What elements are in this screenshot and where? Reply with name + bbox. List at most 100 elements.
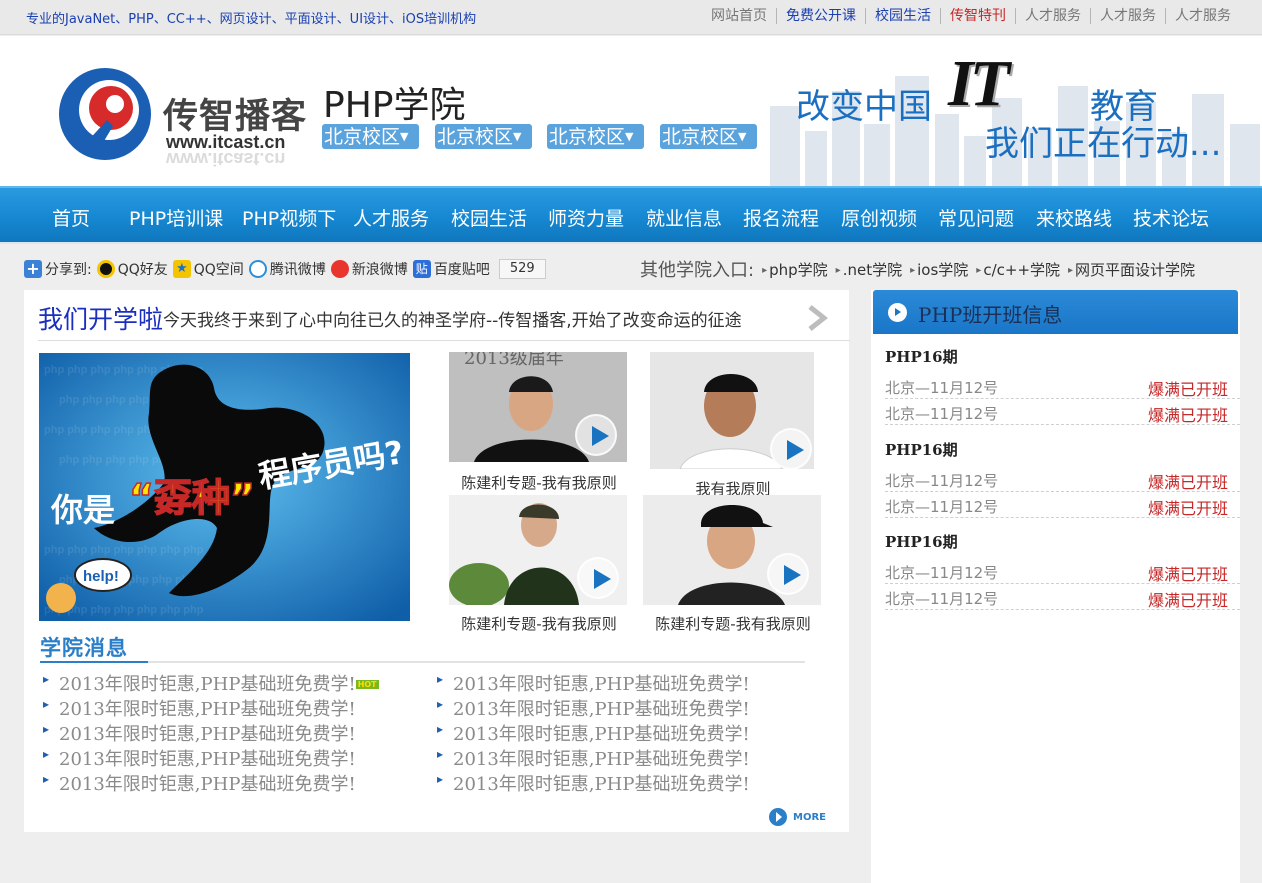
class-term[interactable]: PHP16期	[885, 439, 958, 460]
headline-subtitle[interactable]: 今天我终于来到了心中向往已久的神圣学府--传智播客,开始了改变命运的征途	[163, 311, 742, 331]
class-row-status[interactable]: 爆满已开班	[1148, 402, 1228, 426]
class-schedule-panel: PHP班开班信息 PHP16期 北京—11月12号 爆满已开班 北京—11月12…	[871, 290, 1240, 883]
college-link-php[interactable]: php学院	[762, 259, 828, 280]
share-qq-friend[interactable]: QQ好友	[96, 259, 168, 279]
nav-jobs[interactable]: 就业信息	[646, 204, 722, 231]
share-qzone[interactable]: ★ QQ空间	[172, 259, 244, 279]
nav-route[interactable]: 来校路线	[1036, 204, 1112, 231]
nav-enroll[interactable]: 报名流程	[743, 204, 819, 231]
video-thumbnail-1[interactable]: 2013级届年	[449, 352, 627, 462]
more-label: MORE	[793, 811, 826, 823]
class-row[interactable]: 北京—11月12号 爆满已开班	[885, 466, 1240, 492]
top-link-talent-1[interactable]: 人才服务	[1015, 8, 1090, 24]
logo-url-reflection: www.itcast.cn	[166, 149, 286, 169]
top-link-talent-2[interactable]: 人才服务	[1090, 8, 1165, 24]
video-caption-4[interactable]: 陈建利专题-我有我原则	[643, 613, 823, 634]
news-item[interactable]: 2013年限时钜惠,PHP基础班免费学!	[437, 745, 750, 771]
class-row-status[interactable]: 爆满已开班	[1148, 469, 1228, 493]
news-item[interactable]: 2013年限时钜惠,PHP基础班免费学!	[43, 695, 356, 721]
news-item[interactable]: 2013年限时钜惠,PHP基础班免费学!	[43, 745, 356, 771]
class-row-date: 北京—11月12号	[885, 564, 999, 582]
nav-campus-life[interactable]: 校园生活	[451, 204, 527, 231]
news-item[interactable]: 2013年限时钜惠,PHP基础班免费学!	[437, 695, 750, 721]
campus-label: 北京校区	[549, 126, 626, 148]
banner-image[interactable]: php php php php php php php php php php …	[39, 353, 410, 621]
nav-forum[interactable]: 技术论坛	[1133, 204, 1209, 231]
play-icon[interactable]	[575, 414, 617, 456]
headline[interactable]: 我们开学啦今天我终于来到了心中向往已久的神圣学府--传智播客,开始了改变命运的征…	[38, 300, 742, 336]
headline-divider	[38, 340, 850, 341]
more-button[interactable]: MORE	[769, 808, 826, 826]
top-link-special[interactable]: 传智特刊	[940, 8, 1015, 24]
play-icon[interactable]	[770, 428, 812, 469]
video-thumbnail-3[interactable]	[449, 495, 627, 605]
college-link-cpp[interactable]: c/c++学院	[976, 259, 1060, 280]
class-row[interactable]: 北京—11月12号 爆满已开班	[885, 399, 1240, 425]
campus-dropdown-2[interactable]: 北京校区▼	[435, 124, 532, 149]
class-row[interactable]: 北京—11月12号 爆满已开班	[885, 373, 1240, 399]
baidu-tieba-icon: 贴	[412, 260, 431, 278]
nav-home[interactable]: 首页	[52, 204, 90, 231]
video-background-text: 2013级届年	[464, 352, 564, 369]
class-row[interactable]: 北京—11月12号 爆满已开班	[885, 584, 1240, 610]
play-icon[interactable]	[767, 553, 809, 595]
banner-help: help!	[83, 568, 119, 585]
top-link-free-course[interactable]: 免费公开课	[776, 8, 865, 24]
class-term[interactable]: PHP16期	[885, 531, 958, 552]
news-item[interactable]: 2013年限时钜惠,PHP基础班免费学!HOT	[43, 670, 379, 696]
class-row-status[interactable]: 爆满已开班	[1148, 495, 1228, 519]
campus-dropdown-3[interactable]: 北京校区▼	[547, 124, 644, 149]
class-row-status[interactable]: 爆满已开班	[1148, 587, 1228, 611]
sina-weibo-icon	[330, 260, 349, 278]
class-row-status[interactable]: 爆满已开班	[1148, 376, 1228, 400]
caret-down-icon: ▼	[513, 130, 522, 143]
nav-php-course[interactable]: PHP培训课	[129, 204, 223, 231]
college-link-net[interactable]: .net学院	[836, 259, 902, 280]
class-row-status[interactable]: 爆满已开班	[1148, 561, 1228, 585]
campus-dropdown-4[interactable]: 北京校区▼	[660, 124, 757, 149]
video-thumbnail-4[interactable]	[643, 495, 821, 605]
main-nav: 首页 PHP培训课 PHP视频下 人才服务 校园生活 师资力量 就业信息 报名流…	[0, 186, 1262, 244]
nav-faq[interactable]: 常见问题	[938, 204, 1014, 231]
campus-dropdown-1[interactable]: 北京校区▼	[322, 124, 419, 149]
video-thumbnail-2[interactable]	[650, 352, 814, 469]
video-caption-1[interactable]: 陈建利专题-我有我原则	[449, 472, 629, 493]
chevron-right-icon[interactable]	[806, 304, 828, 332]
play-icon[interactable]	[577, 557, 619, 599]
itcast-logo-icon[interactable]	[55, 64, 155, 164]
headline-title[interactable]: 我们开学啦	[38, 305, 163, 334]
share-tencent-weibo[interactable]: 腾讯微博	[248, 259, 326, 279]
top-link-campus-life[interactable]: 校园生活	[865, 8, 940, 24]
class-row[interactable]: 北京—11月12号 爆满已开班	[885, 492, 1240, 518]
campus-label: 北京校区	[662, 126, 739, 148]
news-item[interactable]: 2013年限时钜惠,PHP基础班免费学!	[437, 670, 750, 696]
nav-php-video[interactable]: PHP视频下	[242, 204, 336, 231]
banner-slogan-it: IT	[948, 47, 1010, 120]
share-item-label: QQ空间	[193, 262, 244, 278]
share-item-label: 百度贴吧	[433, 262, 490, 278]
share-baidu-tieba[interactable]: 贴 百度贴吧	[412, 259, 490, 279]
video-caption-3[interactable]: 陈建利专题-我有我原则	[449, 613, 629, 634]
top-link-talent-3[interactable]: 人才服务	[1165, 8, 1240, 24]
class-row[interactable]: 北京—11月12号 爆满已开班	[885, 558, 1240, 584]
news-item[interactable]: 2013年限时钜惠,PHP基础班免费学!	[437, 770, 750, 796]
share-item-label: 腾讯微博	[269, 262, 326, 278]
class-term[interactable]: PHP16期	[885, 346, 958, 367]
college-link-ios[interactable]: ios学院	[910, 259, 968, 280]
nav-talent[interactable]: 人才服务	[353, 204, 429, 231]
college-title: PHP学院	[323, 85, 466, 126]
hot-badge: HOT	[355, 680, 379, 689]
nav-original-video[interactable]: 原创视频	[841, 204, 917, 231]
news-item[interactable]: 2013年限时钜惠,PHP基础班免费学!	[43, 720, 356, 746]
top-link-home[interactable]: 网站首页	[702, 8, 776, 24]
news-item[interactable]: 2013年限时钜惠,PHP基础班免费学!	[437, 720, 750, 746]
play-circle-icon	[888, 303, 907, 322]
share-sina-weibo[interactable]: 新浪微博	[330, 259, 408, 279]
share-item-label: QQ好友	[117, 262, 168, 278]
nav-teachers[interactable]: 师资力量	[548, 204, 624, 231]
plus-share-icon: +	[24, 260, 42, 278]
news-item-text[interactable]: 2013年限时钜惠,PHP基础班免费学!	[59, 674, 356, 695]
banner-line-2: “孬种”	[129, 476, 255, 520]
news-item[interactable]: 2013年限时钜惠,PHP基础班免费学!	[43, 770, 356, 796]
college-link-web-design[interactable]: 网页平面设计学院	[1068, 259, 1195, 280]
